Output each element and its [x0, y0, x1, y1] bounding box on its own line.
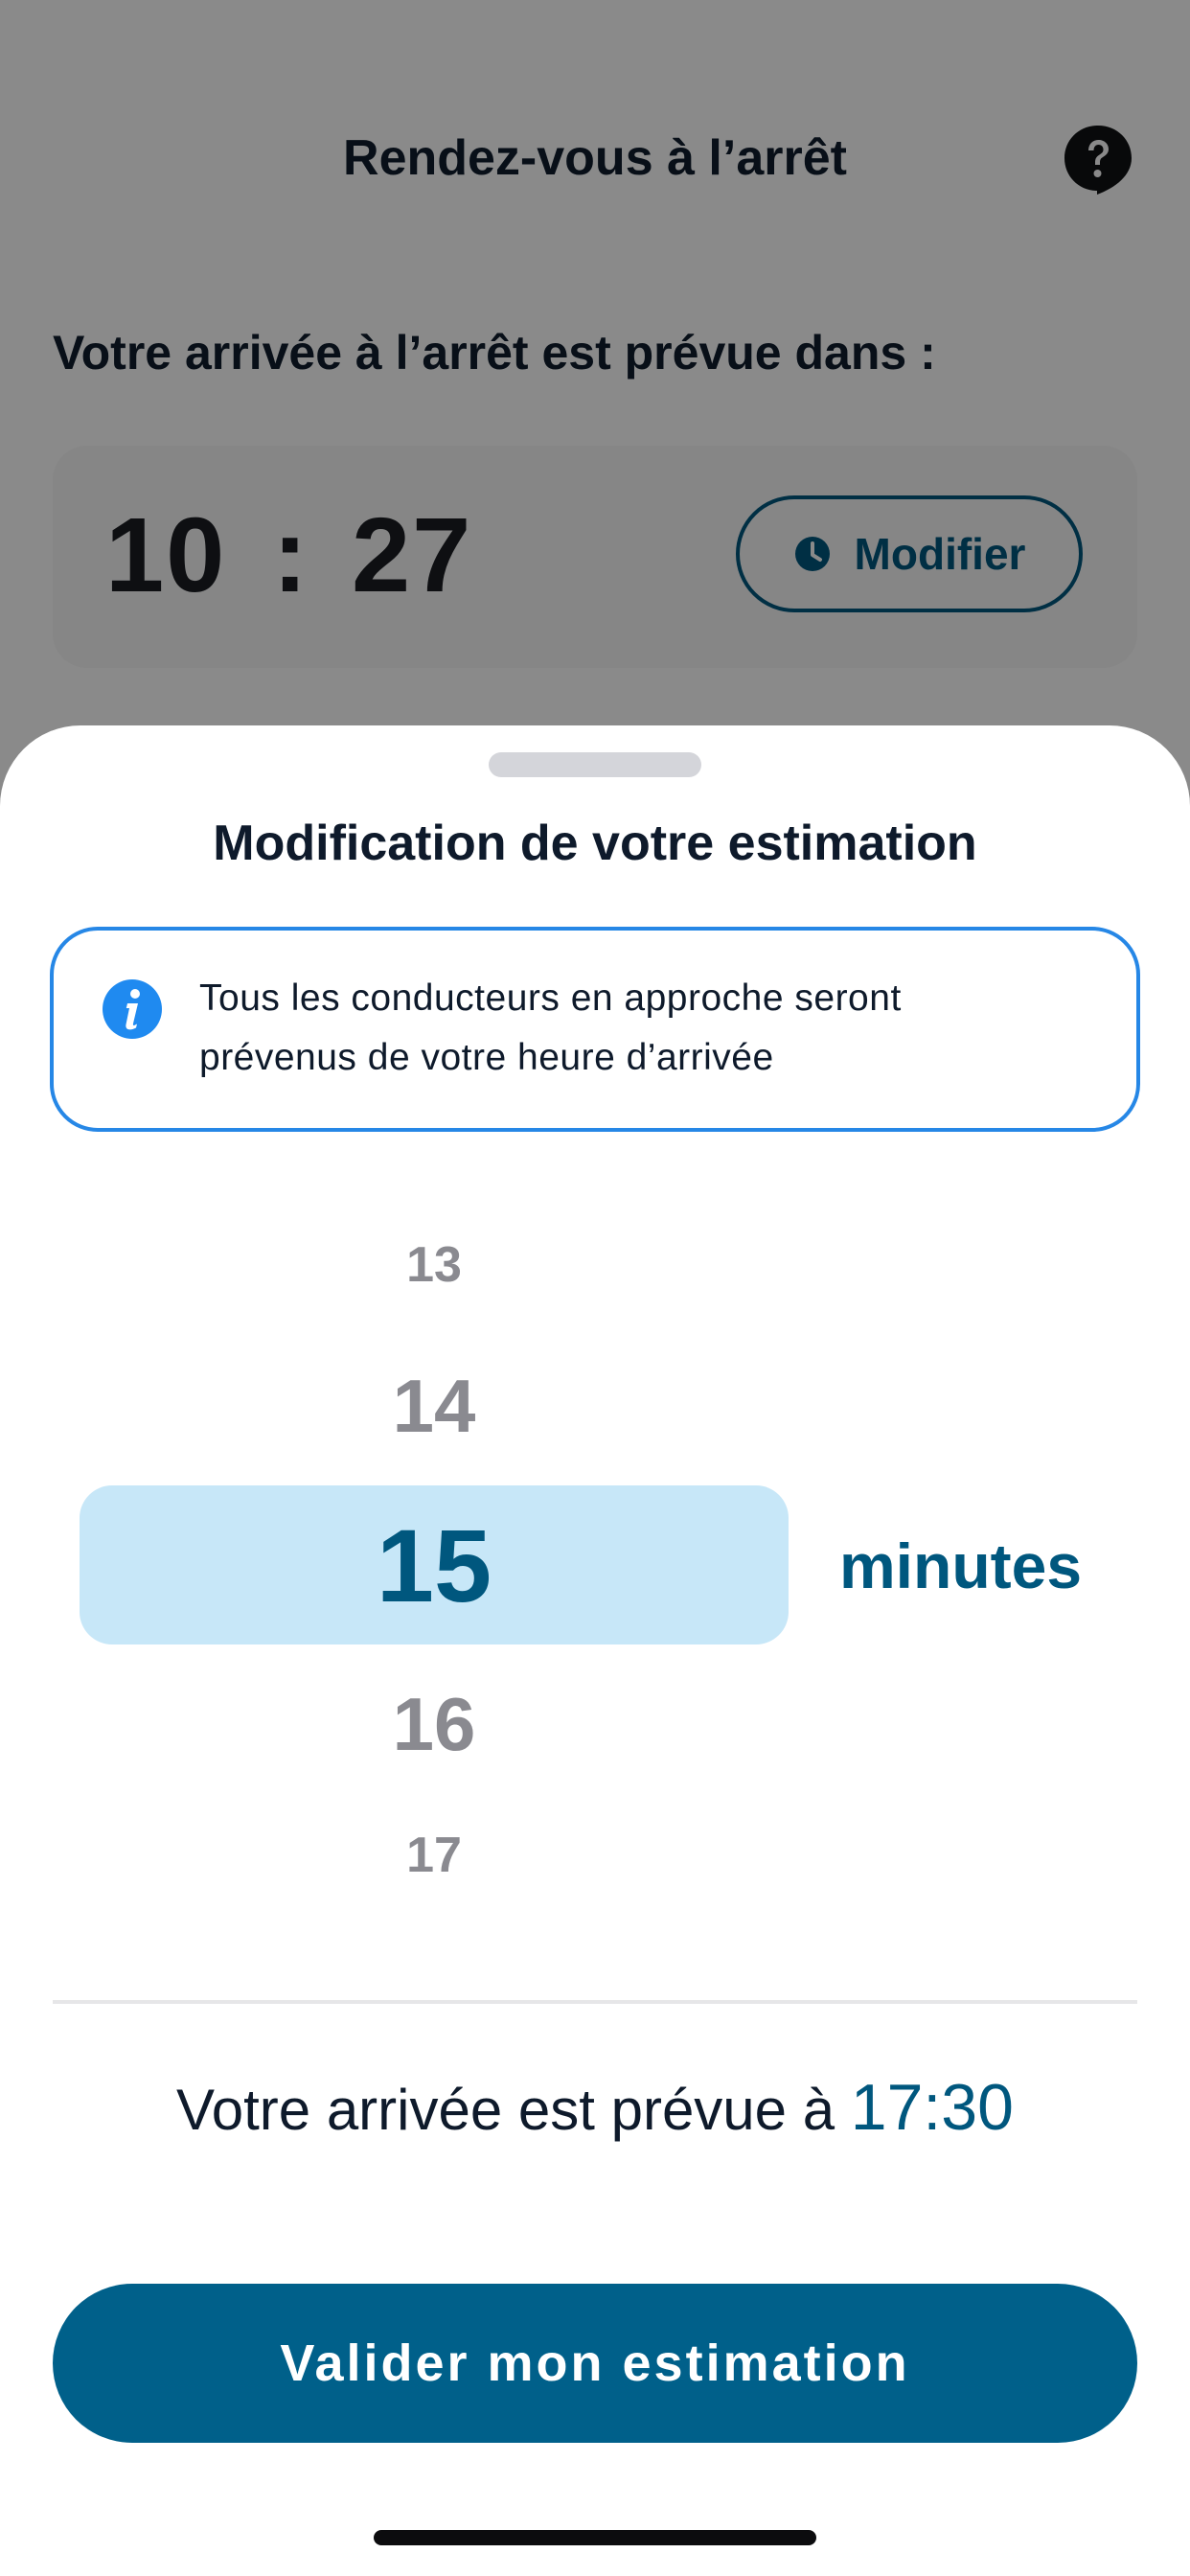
arrival-estimate-label: Votre arrivée est prévue à: [176, 2078, 835, 2142]
validate-estimation-button[interactable]: Valider mon estimation: [53, 2284, 1137, 2443]
picker-option[interactable]: 17: [80, 1822, 789, 1889]
arrival-estimate-time: 17:30: [850, 2071, 1014, 2144]
sheet-drag-handle[interactable]: [489, 752, 701, 777]
picker-selected-value: 15: [376, 1506, 492, 1623]
estimation-bottom-sheet: Modification de votre estimation Tous le…: [0, 725, 1190, 2576]
home-indicator[interactable]: [374, 2530, 816, 2545]
picker-option[interactable]: 13: [80, 1231, 789, 1299]
arrival-estimate: Votre arrivée est prévue à 17:30: [0, 2067, 1190, 2150]
info-message-line-2: prévenus de votre heure d’arrivée: [199, 1037, 774, 1078]
info-banner: Tous les conducteurs en approche seront …: [50, 927, 1140, 1132]
info-message: Tous les conducteurs en approche seront …: [199, 969, 1100, 1088]
info-message-line-1: Tous les conducteurs en approche seront: [199, 978, 902, 1019]
divider: [53, 2000, 1137, 2004]
picker-option[interactable]: 14: [80, 1358, 789, 1454]
picker-unit-label: minutes: [839, 1530, 1083, 1601]
picker-selected-option[interactable]: 15: [80, 1485, 789, 1644]
info-icon: [103, 979, 162, 1039]
picker-option[interactable]: 16: [80, 1676, 789, 1772]
sheet-title: Modification de votre estimation: [213, 816, 977, 871]
